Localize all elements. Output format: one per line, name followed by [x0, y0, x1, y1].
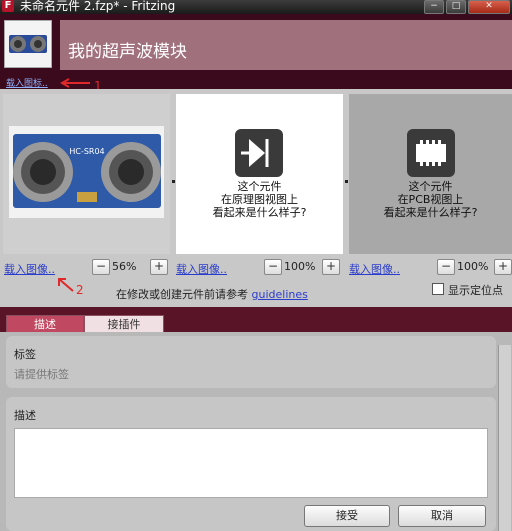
- breadboard-zoom-value: 56%: [112, 260, 137, 273]
- breadboard-view-panel[interactable]: HC-SR04: [3, 94, 170, 254]
- pcb-load-image-link[interactable]: 载入图像..: [349, 261, 400, 277]
- pcb-zoom-in-button[interactable]: +: [494, 259, 512, 275]
- pcb-zoom-value: 100%: [457, 260, 489, 273]
- breadboard-zoom-out-button[interactable]: −: [92, 259, 110, 275]
- cancel-button[interactable]: 取消: [398, 505, 486, 527]
- accept-button[interactable]: 接受: [304, 505, 390, 527]
- checkbox-box[interactable]: [432, 283, 444, 295]
- schematic-hint-line-2: 在原理图视图上: [221, 193, 298, 206]
- guidelines-hint-text: 在修改或创建元件前请参考: [116, 288, 248, 301]
- show-anchor-checkbox[interactable]: 显示定位点: [432, 282, 503, 298]
- splitter-handle[interactable]: [172, 180, 175, 183]
- load-icon-link[interactable]: 载入图标..: [6, 76, 48, 89]
- pcb-hint-line-1: 这个元件: [408, 180, 453, 193]
- window-title: 未命名元件 2.fzp* - Fritzing: [20, 0, 176, 13]
- schematic-zoom-in-button[interactable]: +: [322, 259, 340, 275]
- pcb-view-panel[interactable]: 这个元件 在PCB视图上 看起来是什么样子?: [349, 94, 512, 254]
- schematic-hint-line-3: 看起来是什么样子?: [212, 206, 307, 219]
- pcb-hint-line-3: 看起来是什么样子?: [383, 206, 478, 219]
- description-textarea[interactable]: [14, 428, 488, 498]
- app-icon: F: [2, 0, 14, 12]
- label-heading: 标签: [14, 348, 36, 361]
- guidelines-hint: 在修改或创建元件前请参考 guidelines: [116, 286, 308, 302]
- part-icon-thumbnail[interactable]: [4, 20, 52, 68]
- description-heading: 描述: [14, 409, 36, 422]
- annotation-label-2: 2: [76, 283, 84, 297]
- schematic-load-image-link[interactable]: 载入图像..: [176, 261, 227, 277]
- show-anchor-label: 显示定位点: [448, 284, 503, 297]
- breadboard-zoom-in-button[interactable]: +: [150, 259, 168, 275]
- label-section: [6, 336, 496, 388]
- guidelines-link[interactable]: guidelines: [252, 288, 308, 301]
- close-button[interactable]: ✕: [468, 0, 510, 14]
- sensor-model-label: HC-SR04: [69, 147, 104, 156]
- schematic-hint-line-1: 这个元件: [237, 180, 282, 193]
- label-input[interactable]: 请提供标签: [14, 366, 69, 382]
- annotation-arrow-2: [58, 278, 74, 292]
- ultrasonic-module-image: HC-SR04: [9, 126, 164, 218]
- minimize-button[interactable]: −: [424, 0, 444, 14]
- vertical-scrollbar[interactable]: [498, 345, 511, 531]
- pcb-zoom-out-button[interactable]: −: [437, 259, 455, 275]
- annotation-arrow-1: [60, 78, 90, 88]
- schematic-view-panel[interactable]: 这个元件 在原理图视图上 看起来是什么样子?: [176, 94, 343, 254]
- breadboard-load-image-link[interactable]: 载入图像..: [4, 261, 55, 277]
- ultrasonic-sensor-icon: [9, 35, 47, 53]
- schematic-zoom-out-button[interactable]: −: [264, 259, 282, 275]
- schematic-zoom-value: 100%: [284, 260, 316, 273]
- pcb-view-icon: [407, 129, 455, 177]
- pcb-hint-line-2: 在PCB视图上: [397, 193, 464, 206]
- splitter-handle[interactable]: [345, 180, 348, 183]
- part-title: 我的超声波模块: [68, 42, 187, 62]
- maximize-button[interactable]: □: [446, 0, 466, 14]
- schematic-view-icon: [235, 129, 283, 177]
